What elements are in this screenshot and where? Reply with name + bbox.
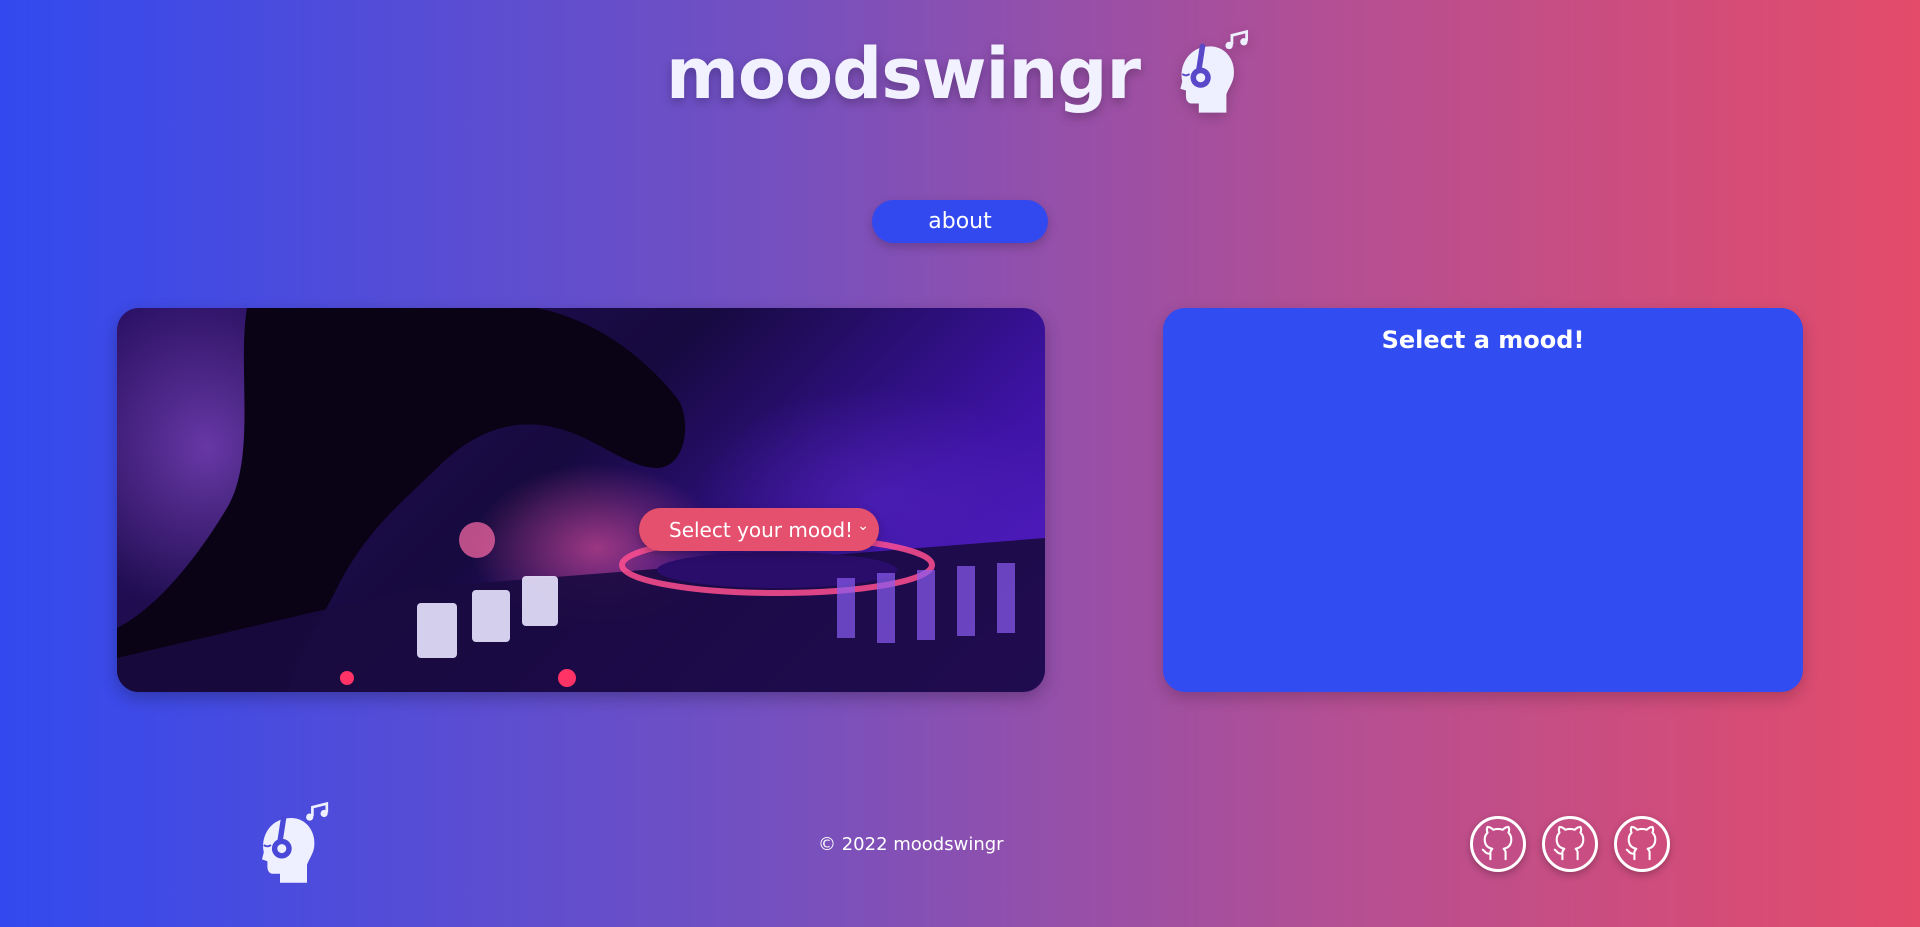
hero-image-card: Select your mood! ⌄: [117, 308, 1045, 692]
about-button[interactable]: about: [872, 200, 1048, 243]
github-link-1[interactable]: [1470, 816, 1526, 872]
chevron-down-icon: ⌄: [857, 518, 869, 534]
mood-select[interactable]: Select your mood! ⌄: [639, 508, 879, 551]
github-link-3[interactable]: [1614, 816, 1670, 872]
head-headphones-music-icon: [262, 801, 329, 883]
head-headphones-music-icon: [1180, 29, 1249, 113]
site-header: moodswingr: [0, 28, 1920, 120]
mood-results-panel: Select a mood!: [1163, 308, 1803, 692]
dj-mixer-image: [117, 308, 1045, 692]
github-icon: [1553, 825, 1585, 861]
github-link-2[interactable]: [1542, 816, 1598, 872]
github-icon: [1625, 825, 1657, 861]
brand-title: moodswingr: [665, 33, 1141, 115]
social-links: [1470, 816, 1670, 872]
mood-panel-title: Select a mood!: [1381, 326, 1585, 354]
mood-select-value: Select your mood!: [669, 517, 854, 542]
copyright-text: © 2022 moodswingr: [818, 834, 1004, 855]
github-icon: [1481, 825, 1513, 861]
